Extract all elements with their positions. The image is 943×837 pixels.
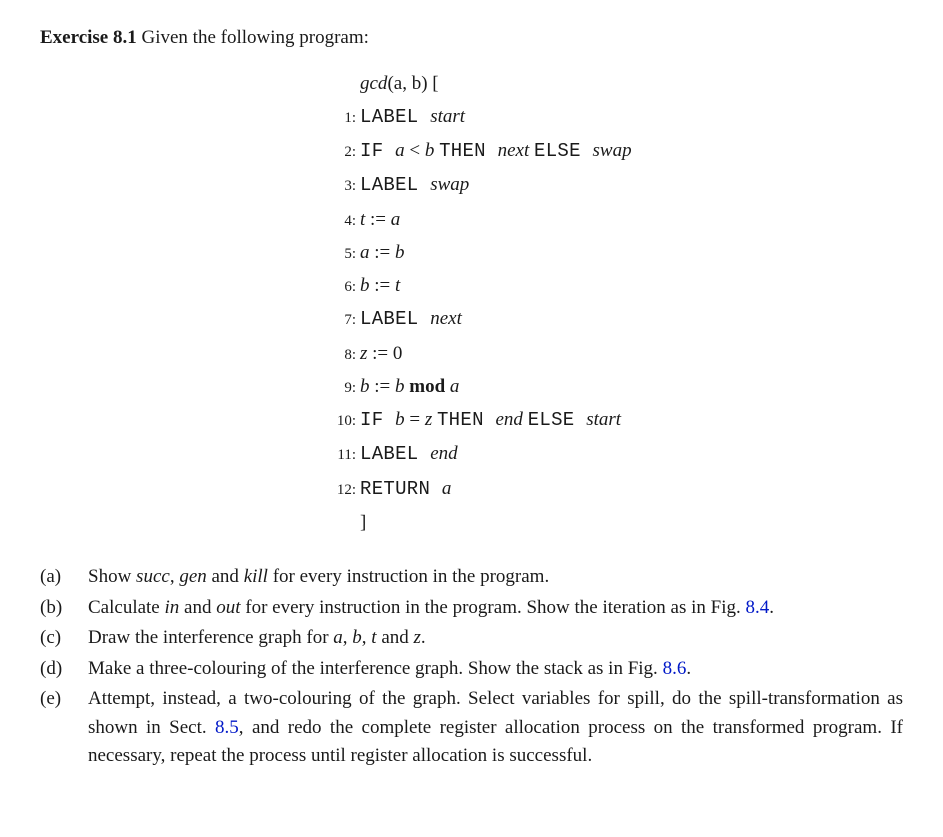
code-line: 10:IF b = z THEN end ELSE start [330,403,903,437]
line-number: 10: [330,408,356,434]
code-header: gcd(a, b) [ [330,67,903,100]
question-text: Make a three-colouring of the interferen… [88,655,903,684]
line-number: 6: [330,274,356,300]
question-item: (d)Make a three-colouring of the interfe… [40,655,903,684]
question-item: (a)Show succ, gen and kill for every ins… [40,563,903,592]
question-text: Show succ, gen and kill for every instru… [88,563,903,592]
line-number: 4: [330,208,356,234]
instruction: z := 0 [360,337,402,370]
question-label: (e) [40,685,88,771]
code-line: 3:LABEL swap [330,168,903,202]
question-list: (a)Show succ, gen and kill for every ins… [40,563,903,771]
code-line: 4:t := a [330,203,903,236]
instruction: LABEL start [360,100,465,134]
question-item: (e)Attempt, instead, a two-colouring of … [40,685,903,771]
question-label: (a) [40,563,88,592]
question-label: (c) [40,624,88,653]
question-text: Draw the interference graph for a, b, t … [88,624,903,653]
instruction: LABEL end [360,437,458,471]
code-footer: ] [330,506,903,539]
line-number: 9: [330,375,356,401]
exercise-label: Exercise 8.1 [40,27,137,48]
code-line: 12:RETURN a [330,472,903,506]
figure-link[interactable]: 8.6 [663,658,687,679]
figure-link[interactable]: 8.4 [745,597,769,618]
instruction: IF b = z THEN end ELSE start [360,403,621,437]
instruction: t := a [360,203,400,236]
instruction: b := b mod a [360,370,459,403]
code-line: 7:LABEL next [330,302,903,336]
instruction: IF a < b THEN next ELSE swap [360,134,632,168]
code-line: 8:z := 0 [330,337,903,370]
line-number: 8: [330,342,356,368]
instruction: LABEL swap [360,168,469,202]
code-line: 6:b := t [330,269,903,302]
question-text: Calculate in and out for every instructi… [88,594,903,623]
line-number: 1: [330,105,356,131]
line-number: 12: [330,477,356,503]
code-line: 2:IF a < b THEN next ELSE swap [330,134,903,168]
line-number: 5: [330,241,356,267]
exercise-lead: Given the following program: [137,27,369,48]
question-item: (b)Calculate in and out for every instru… [40,594,903,623]
line-number: 2: [330,139,356,165]
line-number: 11: [330,442,356,468]
instruction: a := b [360,236,405,269]
instruction: LABEL next [360,302,462,336]
program-listing: gcd(a, b) [ 1:LABEL start2:IF a < b THEN… [330,67,903,540]
instruction: b := t [360,269,400,302]
question-label: (b) [40,594,88,623]
line-number: 7: [330,307,356,333]
instruction: RETURN a [360,472,451,506]
question-text: Attempt, instead, a two-colouring of the… [88,685,903,771]
question-label: (d) [40,655,88,684]
code-line: 5:a := b [330,236,903,269]
question-item: (c)Draw the interference graph for a, b,… [40,624,903,653]
code-line: 1:LABEL start [330,100,903,134]
code-line: 9:b := b mod a [330,370,903,403]
line-number: 3: [330,173,356,199]
figure-link[interactable]: 8.5 [215,717,239,738]
code-line: 11:LABEL end [330,437,903,471]
exercise-intro: Exercise 8.1 Given the following program… [40,24,903,53]
